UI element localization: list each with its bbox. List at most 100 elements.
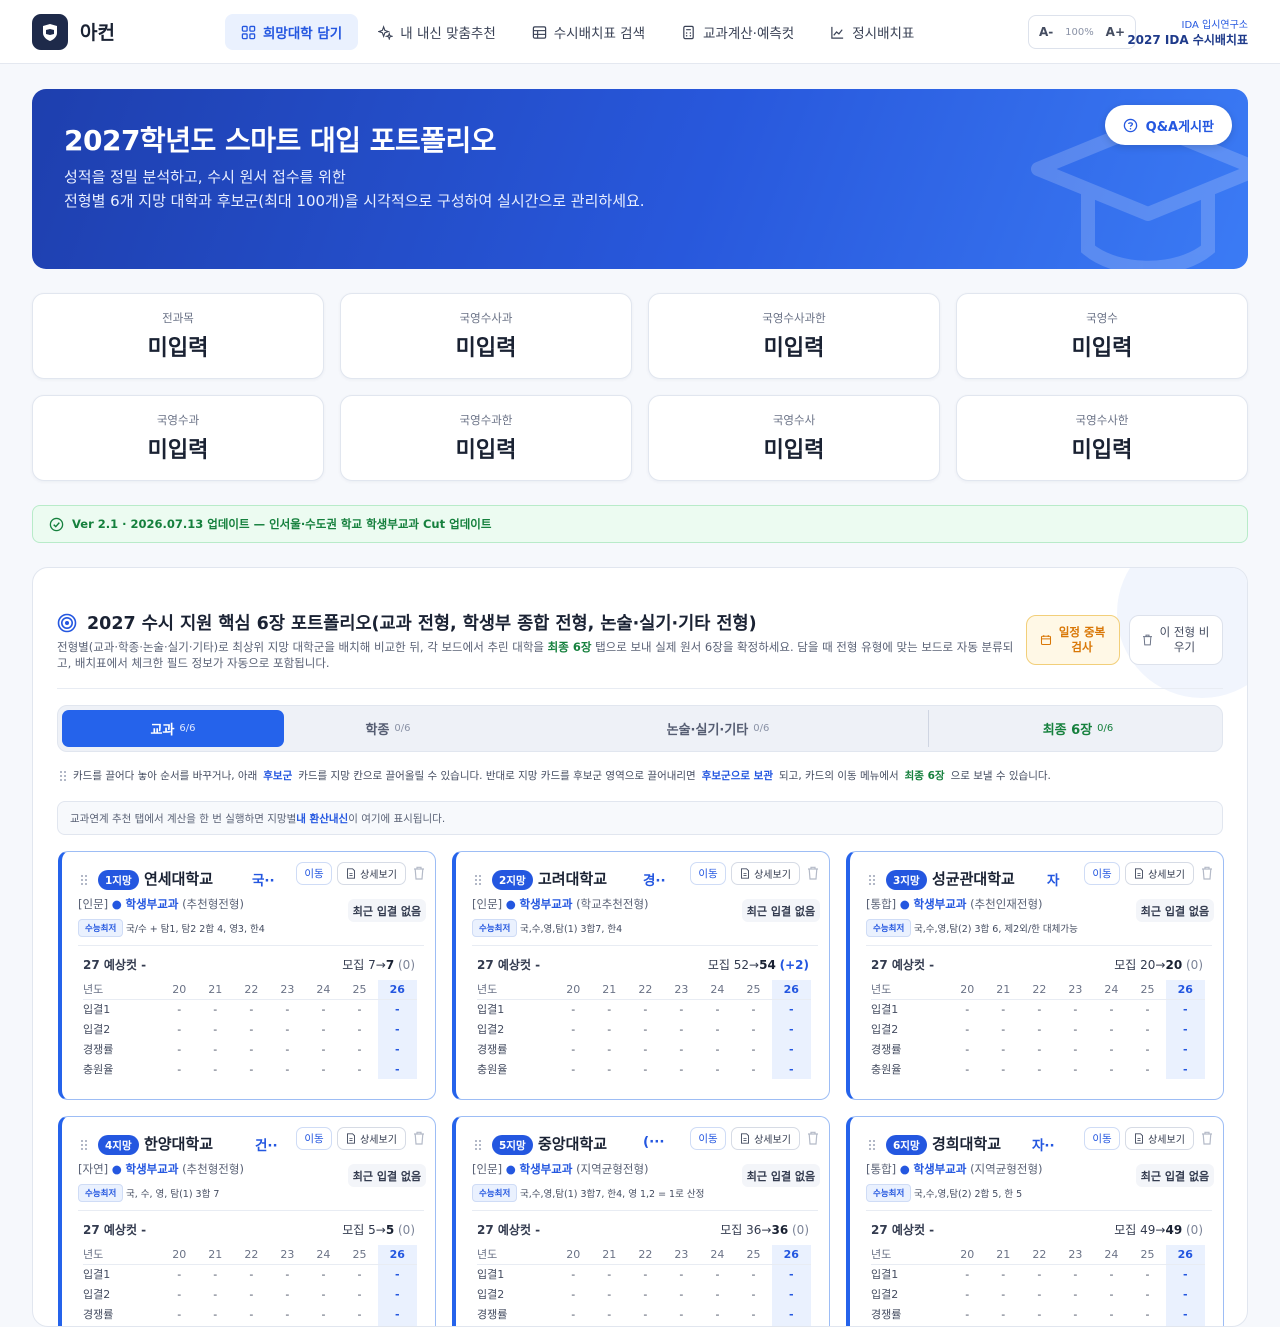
cutoff-cell: - xyxy=(321,1307,326,1321)
cutoff-cell: - xyxy=(377,1264,417,1284)
cutoff-cell: - xyxy=(715,1002,720,1016)
cutoff-cell: - xyxy=(1073,1042,1078,1056)
detail-button[interactable]: 상세보기 xyxy=(337,862,406,885)
cutoff-cell: - xyxy=(1165,1059,1205,1079)
calendar-icon xyxy=(1040,635,1052,646)
cutoff-cell: - xyxy=(679,1287,684,1301)
cutoff-cell: - xyxy=(1165,999,1205,1019)
hero-desc-line: 전형별 6개 지망 대학과 후보군(최대 100개)을 시각적으로 구성하여 실… xyxy=(64,192,645,210)
cutoff-cell: - xyxy=(1037,1022,1042,1036)
tab-final-six[interactable]: 최종 6장 0/6 xyxy=(958,710,1198,747)
recent-result-badge: 최근 입결 없음 xyxy=(348,1164,426,1187)
drag-handle-icon[interactable] xyxy=(868,874,876,886)
university-choice-card[interactable]: 3지망 성균관대학교 자 이동 상세보기 [통합] ● 학생부교과 (추천인재전형) 최근 … xyxy=(846,851,1224,1100)
cutoff-cell: - xyxy=(715,1307,720,1321)
qa-board-label: Q&A게시판 xyxy=(1145,119,1214,135)
clear-track-button[interactable]: 이 전형 비우기 xyxy=(1129,615,1223,665)
document-icon xyxy=(1135,868,1144,879)
move-button[interactable]: 이동 xyxy=(296,862,332,885)
nav-wishlist[interactable]: 희망대학 담기 xyxy=(225,14,359,50)
drag-handle-icon[interactable] xyxy=(868,1139,876,1151)
detail-button[interactable]: 상세보기 xyxy=(337,1127,406,1150)
clear-track-label: 이 전형 비우기 xyxy=(1159,625,1210,654)
row-label: 입결1 xyxy=(83,1003,111,1017)
trash-icon[interactable] xyxy=(413,866,425,880)
trash-icon[interactable] xyxy=(807,866,819,880)
track-name: 학생부교과 xyxy=(519,897,573,911)
qa-board-button[interactable]: Q&A게시판 xyxy=(1104,105,1232,145)
nav-calculator[interactable]: 교과계산·예측컷 xyxy=(665,14,810,50)
cutoff-cell: - xyxy=(321,1062,326,1076)
move-button[interactable]: 이동 xyxy=(690,862,726,885)
choice-rank-badge: 2지망 xyxy=(492,870,533,890)
cutoff-cell: - xyxy=(1073,1022,1078,1036)
cutoff-cell: - xyxy=(285,1042,290,1056)
category-label: [통합] xyxy=(866,897,897,911)
cutoff-cell: - xyxy=(357,1307,362,1321)
university-choice-card[interactable]: 4지망 한양대학교 건·· 이동 상세보기 [자연] ● 학생부교과 (추천형전형) 최근 … xyxy=(58,1116,436,1326)
recruit-delta: (0) xyxy=(1186,958,1203,972)
trash-icon[interactable] xyxy=(807,1131,819,1145)
university-choice-card[interactable]: 5지망 중앙대학교 (··· 이동 상세보기 [인문] ● 학생부교과 (지역균형전형) 최… xyxy=(452,1116,830,1326)
zoom-in-button[interactable]: A+ xyxy=(1106,25,1125,39)
drag-handle-icon[interactable] xyxy=(474,1139,482,1151)
detail-button[interactable]: 상세보기 xyxy=(731,1127,800,1150)
zoom-out-button[interactable]: A- xyxy=(1039,25,1053,39)
csat-minimum-text: 국,수,영,탐(2) 3합 6, 제2외/한 대체가능 xyxy=(914,924,1078,935)
year-header: 24 xyxy=(1093,1245,1130,1265)
cutoff-table: 년도 20 21 22 23 24 25 26 입결1- - - - - - - 입결2- - - - - - - 경쟁률 -… xyxy=(477,980,811,1079)
stat-card: 국영수사과한 미입력 xyxy=(648,293,940,379)
campus-region: 국·· xyxy=(252,873,274,889)
csat-minimum-text: 국,수,영,탐(1) 3합7, 한4 xyxy=(520,924,623,935)
tab-subject[interactable]: 교과 6/6 xyxy=(62,710,284,747)
recruit-delta: (0) xyxy=(792,1223,809,1237)
table-icon xyxy=(532,25,546,39)
track-dot: ● xyxy=(899,1162,910,1176)
stat-card: 국영수과 미입력 xyxy=(32,395,324,481)
cutoff-cell: - xyxy=(715,1287,720,1301)
cutoff-cell: - xyxy=(1001,1307,1006,1321)
nav-regular[interactable]: 정시배치표 xyxy=(814,14,930,50)
cutoff-cell: - xyxy=(771,1039,811,1059)
schedule-duplicate-check-button[interactable]: 일정 중복 검사 xyxy=(1026,615,1120,665)
trash-icon[interactable] xyxy=(1201,866,1213,880)
trash-icon[interactable] xyxy=(413,1131,425,1145)
track-type: (추천형전형) xyxy=(182,1162,244,1176)
university-choice-card[interactable]: 6지망 경희대학교 자·· 이동 상세보기 [통합] ● 학생부교과 (지역균형전형) 최근… xyxy=(846,1116,1224,1326)
stat-card: 국영수사과 미입력 xyxy=(340,293,632,379)
detail-button[interactable]: 상세보기 xyxy=(1125,1127,1194,1150)
table-row: 경쟁률 - - - - - - - xyxy=(83,1039,417,1059)
tab-comprehensive[interactable]: 학종 0/6 xyxy=(288,710,488,747)
year-header: 24 xyxy=(699,1245,736,1265)
tab-essay-practical[interactable]: 논술·실기·기타 0/6 xyxy=(598,710,838,747)
move-button[interactable]: 이동 xyxy=(1084,862,1120,885)
nav-search[interactable]: 수시배치표 검색 xyxy=(516,14,661,50)
trash-icon[interactable] xyxy=(1201,1131,1213,1145)
drag-handle-icon[interactable] xyxy=(80,874,88,886)
app-logo[interactable] xyxy=(32,14,68,50)
detail-button[interactable]: 상세보기 xyxy=(1125,862,1194,885)
move-button[interactable]: 이동 xyxy=(1084,1127,1120,1150)
track-dot: ● xyxy=(111,1162,122,1176)
csat-minimum-text: 국/수 + 탐1, 탐2 2합 4, 영3, 한4 xyxy=(126,924,265,935)
nav-recommend[interactable]: 내 내신 맞춤추천 xyxy=(362,14,512,50)
detail-button[interactable]: 상세보기 xyxy=(731,862,800,885)
table-row: 충원율 - - - - - - - xyxy=(871,1059,1205,1079)
table-row: 경쟁률 - - - - - - - xyxy=(871,1304,1205,1324)
recruit-count: 모집 52→54 (+2) xyxy=(707,958,809,972)
drag-handle-icon[interactable] xyxy=(474,874,482,886)
cutoff-cell: - xyxy=(1145,1267,1150,1281)
move-button[interactable]: 이동 xyxy=(296,1127,332,1150)
cutoff-cell: - xyxy=(571,1042,576,1056)
csat-minimum-tag: 수능최저 xyxy=(866,1184,912,1202)
cutoff-cell: - xyxy=(1001,1042,1006,1056)
stat-card: 전과목 미입력 xyxy=(32,293,324,379)
cutoff-cell: - xyxy=(1165,1284,1205,1304)
move-button[interactable]: 이동 xyxy=(690,1127,726,1150)
drag-handle-icon[interactable] xyxy=(80,1139,88,1151)
university-choice-card[interactable]: 1지망 연세대학교 국·· 이동 상세보기 [인문] ● 학생부교과 (추천형전형) 최근 … xyxy=(58,851,436,1100)
university-choice-card[interactable]: 2지망 고려대학교 경·· 이동 상세보기 [인문] ● 학생부교과 (학교추천전형) 최근… xyxy=(452,851,830,1100)
hint-text: 으로 보낼 수 있습니다. xyxy=(950,770,1051,782)
chart-icon xyxy=(831,26,844,39)
cutoff-cell: - xyxy=(1001,1062,1006,1076)
